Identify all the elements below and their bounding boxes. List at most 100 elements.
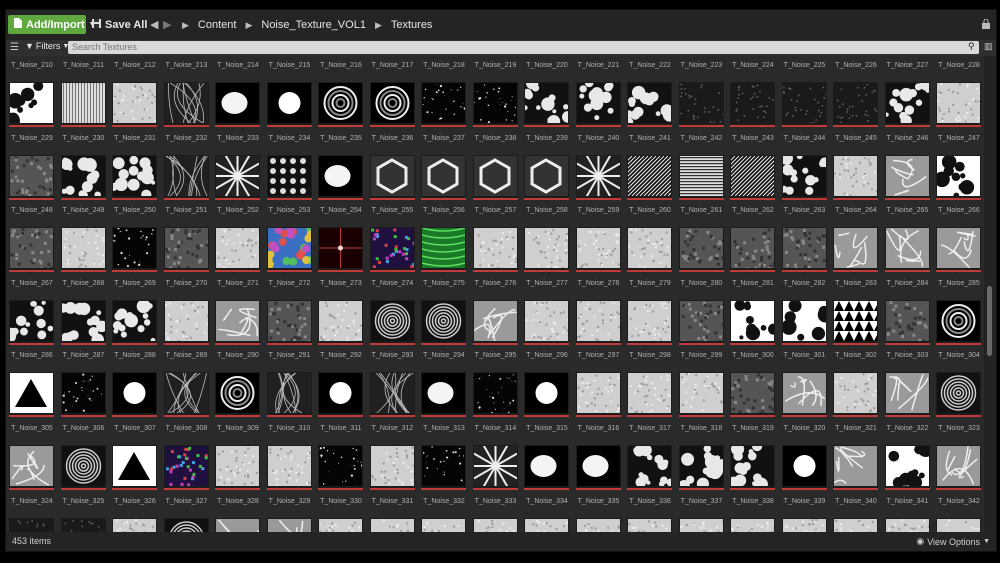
asset-tile[interactable] — [678, 445, 724, 490]
asset-tile[interactable] — [215, 517, 260, 532]
search-input[interactable] — [68, 41, 979, 54]
asset-tile[interactable] — [318, 82, 363, 127]
asset-tile[interactable] — [833, 227, 878, 273]
asset-tile[interactable] — [60, 445, 106, 490]
asset-tile[interactable] — [524, 227, 569, 273]
asset-tile[interactable] — [215, 372, 260, 418]
asset-tile[interactable] — [730, 299, 775, 345]
asset-tile[interactable] — [833, 445, 878, 490]
asset-tile[interactable] — [421, 445, 466, 490]
asset-tile[interactable] — [472, 154, 518, 200]
asset-tile[interactable] — [266, 154, 312, 200]
asset-tile[interactable] — [833, 517, 878, 532]
view-options-button[interactable]: ◉ View Options ▼ — [916, 536, 990, 547]
asset-tile[interactable] — [215, 445, 260, 490]
asset-tile[interactable] — [163, 445, 209, 490]
asset-tile[interactable] — [627, 299, 672, 345]
asset-tile[interactable] — [9, 299, 54, 345]
asset-tile[interactable] — [524, 154, 569, 200]
asset-tile[interactable] — [369, 445, 415, 490]
asset-tile[interactable] — [163, 154, 209, 200]
asset-tile[interactable] — [936, 517, 981, 532]
asset-tile[interactable] — [524, 82, 569, 127]
asset-tile[interactable] — [833, 154, 878, 200]
asset-tile[interactable] — [627, 372, 672, 418]
scrollbar[interactable] — [984, 56, 996, 532]
asset-tile[interactable] — [9, 372, 54, 418]
asset-tile[interactable] — [369, 82, 415, 127]
asset-tile[interactable] — [524, 445, 569, 490]
asset-tile[interactable] — [318, 227, 363, 273]
asset-tile[interactable] — [472, 82, 518, 127]
arrow-left-icon[interactable]: ◀ — [150, 18, 158, 31]
asset-tile[interactable] — [678, 299, 724, 345]
asset-tile[interactable] — [112, 372, 157, 418]
asset-tile[interactable] — [421, 154, 466, 200]
asset-tile[interactable] — [60, 154, 106, 200]
asset-tile[interactable] — [112, 445, 157, 490]
asset-tile[interactable] — [318, 517, 363, 532]
asset-tile[interactable] — [833, 372, 878, 418]
asset-tile[interactable] — [163, 82, 209, 127]
asset-tile[interactable] — [575, 372, 621, 418]
asset-tile[interactable] — [421, 299, 466, 345]
asset-tile[interactable] — [884, 82, 930, 127]
asset-tile[interactable] — [472, 445, 518, 490]
sources-toggle-icon[interactable]: ☰ — [10, 42, 19, 53]
asset-tile[interactable] — [730, 227, 775, 273]
asset-tile[interactable] — [781, 299, 827, 345]
asset-tile[interactable] — [9, 445, 54, 490]
asset-tile[interactable] — [627, 445, 672, 490]
asset-tile[interactable] — [678, 154, 724, 200]
asset-tile[interactable] — [781, 82, 827, 127]
asset-tile[interactable] — [627, 517, 672, 532]
asset-tile[interactable] — [215, 82, 260, 127]
asset-tile[interactable] — [266, 227, 312, 273]
asset-tile[interactable] — [163, 372, 209, 418]
asset-tile[interactable] — [369, 227, 415, 273]
asset-tile[interactable] — [60, 82, 106, 127]
asset-tile[interactable] — [575, 154, 621, 200]
asset-tile[interactable] — [266, 445, 312, 490]
asset-tile[interactable] — [60, 227, 106, 273]
asset-tile[interactable] — [215, 227, 260, 273]
asset-tile[interactable] — [472, 299, 518, 345]
scrollbar-thumb[interactable] — [987, 286, 992, 356]
asset-tile[interactable] — [215, 299, 260, 345]
asset-tile[interactable] — [884, 154, 930, 200]
asset-tile[interactable] — [575, 227, 621, 273]
asset-tile[interactable] — [781, 154, 827, 200]
asset-tile[interactable] — [575, 517, 621, 532]
asset-tile[interactable] — [266, 517, 312, 532]
asset-tile[interactable] — [266, 82, 312, 127]
asset-tile[interactable] — [421, 372, 466, 418]
asset-tile[interactable] — [369, 517, 415, 532]
asset-tile[interactable] — [575, 445, 621, 490]
search-icon[interactable]: ⚲ — [968, 41, 975, 52]
asset-tile[interactable] — [575, 299, 621, 345]
asset-tile[interactable] — [936, 82, 981, 127]
asset-tile[interactable] — [9, 227, 54, 273]
asset-tile[interactable] — [369, 372, 415, 418]
asset-tile[interactable] — [627, 227, 672, 273]
asset-tile[interactable] — [421, 82, 466, 127]
asset-tile[interactable] — [421, 227, 466, 273]
asset-tile[interactable] — [781, 227, 827, 273]
asset-tile[interactable] — [936, 227, 981, 273]
asset-tile[interactable] — [575, 82, 621, 127]
asset-tile[interactable] — [678, 372, 724, 418]
asset-tile[interactable] — [524, 299, 569, 345]
asset-tile[interactable] — [163, 299, 209, 345]
asset-tile[interactable] — [215, 154, 260, 200]
breadcrumb-item-textures[interactable]: Textures — [391, 19, 433, 31]
asset-tile[interactable] — [318, 445, 363, 490]
save-all-button[interactable]: Save All — [88, 15, 151, 34]
asset-tile[interactable] — [60, 299, 106, 345]
asset-tile[interactable] — [781, 517, 827, 532]
asset-tile[interactable] — [266, 372, 312, 418]
asset-tile[interactable] — [9, 82, 54, 127]
asset-tile[interactable] — [627, 82, 672, 127]
asset-tile[interactable] — [318, 299, 363, 345]
asset-tile[interactable] — [112, 517, 157, 532]
asset-tile[interactable] — [936, 445, 981, 490]
